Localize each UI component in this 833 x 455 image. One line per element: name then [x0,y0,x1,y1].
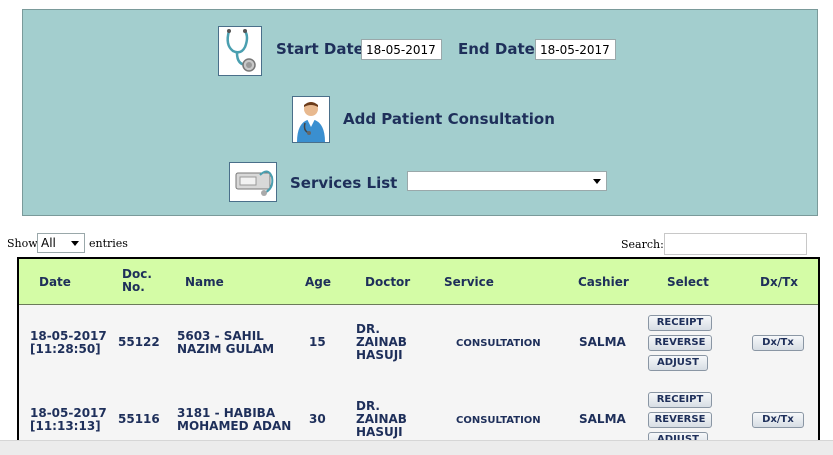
medical-equipment-icon [229,162,277,202]
row-cashier: SALMA [579,335,626,349]
column-header-service[interactable]: Service [444,275,494,289]
row-name: 5603 - SAHIL NAZIM GULAM [177,330,274,356]
doctor-icon[interactable] [292,96,330,143]
table-row: 18-05-2017 [11:28:50] 55122 5603 - SAHIL… [19,305,818,383]
show-label: Show [7,237,38,250]
end-date-field[interactable] [535,39,616,60]
column-header-cashier[interactable]: Cashier [578,275,629,289]
reverse-button[interactable]: REVERSE [648,412,712,428]
receipt-button[interactable]: RECEIPT [648,315,712,331]
row-name: 3181 - HABIBA MOHAMED ADAN [177,407,291,433]
row-doctor-line2: ZAINAB [356,335,407,349]
row-doc-no: 55116 [118,412,160,426]
start-date-label: Start Date [276,40,364,58]
entries-label: entries [89,237,128,250]
row-service: CONSULTATION [456,415,541,426]
row-doc-no: 55122 [118,335,160,349]
row-date-value: 18-05-2017 [30,329,107,343]
row-doctor-line1: DR. [356,322,380,336]
column-header-doc-no-line1: Doc. [122,267,152,281]
row-time-value: [11:13:13] [30,419,101,433]
search-input[interactable] [664,233,807,255]
row-name-line1: 5603 - SAHIL [177,329,264,343]
row-age: 30 [309,412,326,426]
row-doctor-line3: HASUJI [356,425,403,439]
row-doctor-line1: DR. [356,399,380,413]
row-age: 15 [309,335,326,349]
table-header: Date Doc. No. Name Age Doctor Service Ca… [19,259,818,305]
row-date: 18-05-2017 [11:13:13] [30,407,107,433]
adjust-button[interactable]: ADJUST [648,355,708,371]
row-date-value: 18-05-2017 [30,406,107,420]
chevron-down-icon [71,241,79,246]
row-doctor: DR. ZAINAB HASUJI [356,323,407,362]
search-label: Search: [621,238,664,251]
row-name-line1: 3181 - HABIBA [177,406,276,420]
row-doctor: DR. ZAINAB HASUJI [356,400,407,439]
start-date-field[interactable] [361,39,442,60]
page-length-value: All [41,236,56,250]
column-header-select[interactable]: Select [667,275,709,289]
consultations-table: Date Doc. No. Name Age Doctor Service Ca… [17,257,820,454]
dxtx-button[interactable]: Dx/Tx [752,412,804,428]
row-date: 18-05-2017 [11:28:50] [30,330,107,356]
column-header-age[interactable]: Age [305,275,331,289]
page-length-select[interactable]: All [37,233,85,253]
row-name-line2: NAZIM GULAM [177,342,275,356]
chevron-down-icon [593,179,601,184]
reverse-button[interactable]: REVERSE [648,335,712,351]
row-cashier: SALMA [579,412,626,426]
services-select[interactable] [407,171,607,191]
services-list-label: Services List [290,174,398,192]
row-doctor-line3: HASUJI [356,348,403,362]
column-header-dxtx[interactable]: Dx/Tx [760,275,798,289]
column-header-name[interactable]: Name [185,275,224,289]
row-name-line2: MOHAMED ADAN [177,419,292,433]
stethoscope-icon [218,26,262,76]
row-service: CONSULTATION [456,338,541,349]
column-header-date[interactable]: Date [39,275,71,289]
column-header-doc-no[interactable]: Doc. No. [122,268,152,294]
column-header-doc-no-line2: No. [122,280,145,294]
horizontal-scrollbar[interactable] [0,440,833,455]
column-header-doctor[interactable]: Doctor [365,275,410,289]
receipt-button[interactable]: RECEIPT [648,392,712,408]
dxtx-button[interactable]: Dx/Tx [752,335,804,351]
row-time-value: [11:28:50] [30,342,101,356]
end-date-label: End Date [458,40,535,58]
row-doctor-line2: ZAINAB [356,412,407,426]
add-consultation-link[interactable]: Add Patient Consultation [343,110,555,128]
